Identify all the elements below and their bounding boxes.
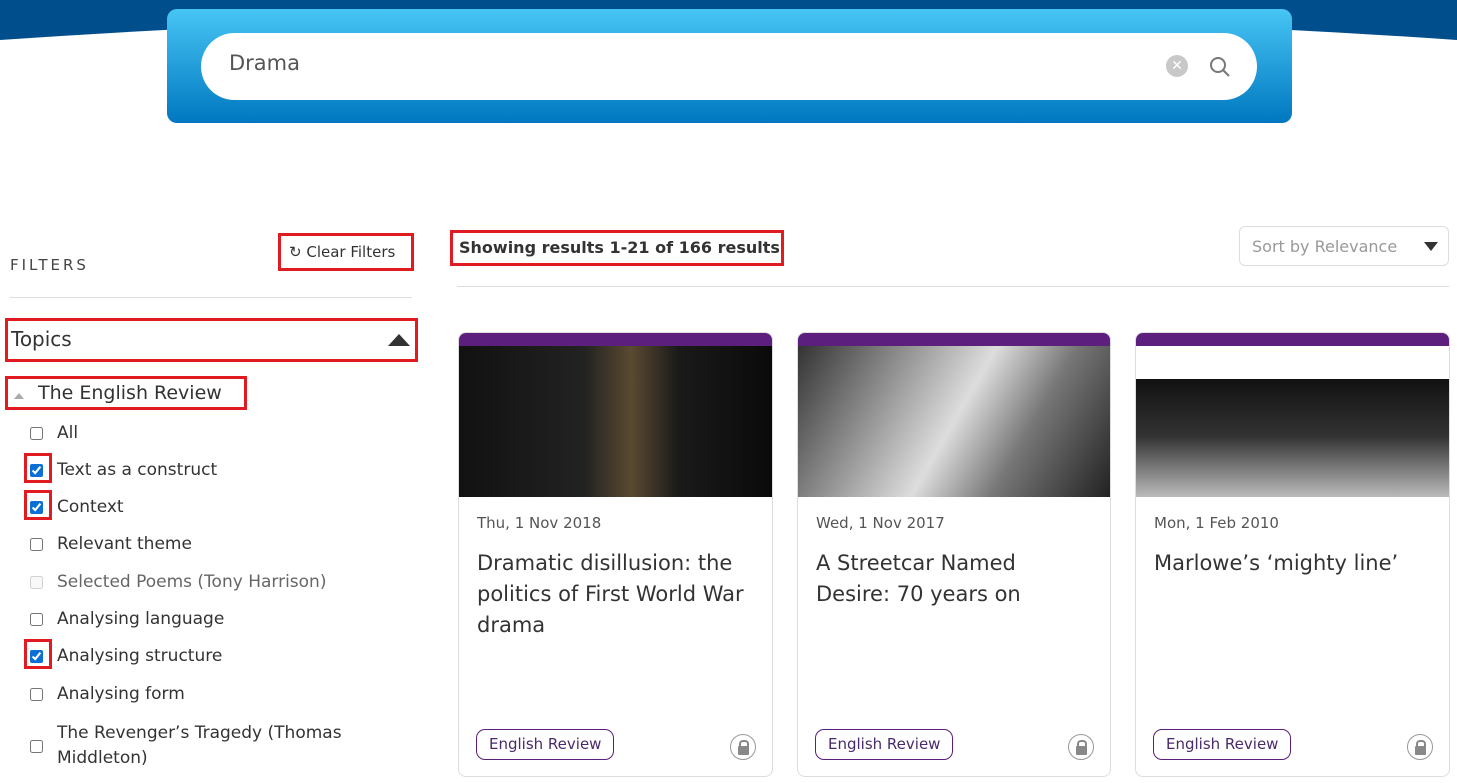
- filter-option[interactable]: All: [30, 423, 78, 443]
- card-title[interactable]: Marlowe’s ‘mighty line’: [1154, 548, 1435, 579]
- topics-toggle[interactable]: Topics: [5, 318, 418, 362]
- filter-checkbox[interactable]: [30, 612, 43, 626]
- filter-checkbox[interactable]: [30, 687, 43, 701]
- lock-icon: [730, 734, 756, 760]
- filters-heading: FILTERS: [10, 256, 89, 274]
- card-image: [798, 346, 1110, 497]
- filter-option[interactable]: Analysing form: [30, 684, 185, 704]
- filter-option-label: All: [57, 423, 79, 443]
- clear-filters-button[interactable]: ↻ Clear Filters: [278, 233, 414, 271]
- card-title[interactable]: A Streetcar Named Desire: 70 years on: [816, 548, 1096, 610]
- divider: [457, 286, 1449, 287]
- article-card[interactable]: Wed, 1 Nov 2017 A Streetcar Named Desire:…: [797, 332, 1111, 777]
- filter-option-label: Context: [57, 497, 124, 517]
- filter-option[interactable]: Selected Poems (Tony Harrison): [30, 572, 326, 592]
- checkbox-highlight: [24, 639, 52, 669]
- filter-option[interactable]: Text as a construct: [30, 460, 217, 480]
- search-icon[interactable]: [1209, 56, 1231, 78]
- filter-checkbox[interactable]: [30, 739, 43, 753]
- group-label: The English Review: [38, 382, 222, 404]
- filter-option-label: Analysing structure: [57, 646, 223, 666]
- group-toggle-english-review[interactable]: The English Review: [5, 376, 247, 410]
- article-card[interactable]: Mon, 1 Feb 2010 Marlowe’s ‘mighty line’ En…: [1135, 332, 1450, 777]
- card-image: [1136, 346, 1449, 497]
- card-accent-bar: [1136, 333, 1449, 346]
- article-card[interactable]: Thu, 1 Nov 2018 Dramatic disillusion: the…: [458, 332, 773, 777]
- filter-checkbox[interactable]: [30, 537, 43, 551]
- clear-filters-label: Clear Filters: [306, 243, 396, 261]
- search-panel: ✕: [167, 9, 1292, 123]
- filter-option-label: Text as a construct: [57, 460, 218, 480]
- caret-down-icon: [1424, 242, 1438, 251]
- divider: [10, 297, 412, 298]
- filter-option-label: The Revenger’s Tragedy (Thomas Middleton…: [57, 723, 342, 768]
- filter-checkbox[interactable]: [30, 575, 43, 589]
- topics-label: Topics: [11, 327, 72, 351]
- card-accent-bar: [798, 333, 1110, 346]
- filter-option[interactable]: Analysing language: [30, 609, 224, 629]
- filter-checkbox[interactable]: [30, 426, 43, 440]
- filter-option[interactable]: Analysing structure: [30, 646, 222, 666]
- lock-icon: [1068, 734, 1094, 760]
- caret-up-icon: [14, 393, 24, 399]
- filter-option-label: Analysing form: [57, 684, 185, 704]
- sort-dropdown[interactable]: Sort by Relevance: [1239, 226, 1449, 266]
- search-input[interactable]: [229, 51, 1129, 75]
- card-image: [459, 346, 772, 497]
- clear-circle-icon[interactable]: ✕: [1166, 55, 1188, 77]
- checkbox-highlight: [24, 453, 52, 483]
- search-bar: ✕: [201, 33, 1257, 100]
- filter-option-label: Relevant theme: [57, 534, 192, 554]
- filter-option-label: Analysing language: [57, 609, 225, 629]
- results-count: Showing results 1-21 of 166 results: [450, 230, 784, 266]
- card-title[interactable]: Dramatic disillusion: the politics of Fi…: [477, 548, 758, 641]
- lock-icon: [1407, 734, 1433, 760]
- caret-up-icon: [388, 334, 410, 346]
- card-date: Mon, 1 Feb 2010: [1154, 514, 1279, 532]
- filter-option-label: Selected Poems (Tony Harrison): [57, 572, 327, 592]
- card-accent-bar: [459, 333, 772, 346]
- sort-label: Sort by Relevance: [1252, 237, 1398, 256]
- checkbox-highlight: [24, 490, 52, 520]
- filter-option[interactable]: The Revenger’s Tragedy (Thomas Middleton…: [30, 721, 390, 771]
- card-tag[interactable]: English Review: [476, 729, 615, 760]
- card-date: Thu, 1 Nov 2018: [477, 514, 602, 532]
- card-date: Wed, 1 Nov 2017: [816, 514, 945, 532]
- card-tag[interactable]: English Review: [1153, 729, 1292, 760]
- card-tag[interactable]: English Review: [815, 729, 954, 760]
- refresh-icon: ↻: [289, 243, 302, 261]
- filter-option[interactable]: Relevant theme: [30, 534, 192, 554]
